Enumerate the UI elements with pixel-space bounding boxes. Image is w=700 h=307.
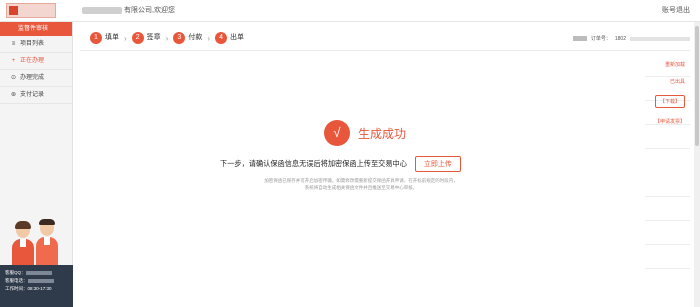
sidebar-item-completed[interactable]: ⊙ 办理完成 [0, 70, 72, 87]
support-hours-label: 工作时间： [5, 286, 28, 291]
divider [645, 244, 690, 245]
chevron-right-icon: › [124, 33, 127, 43]
list-icon: ≡ [11, 40, 16, 47]
order-number: 订单号： 1802 [572, 35, 690, 42]
divider [645, 268, 690, 269]
welcome-text: 有限公司,欢迎您 [124, 7, 175, 14]
chevron-right-icon: › [207, 33, 211, 43]
help-note-line: 加密保函已保存并可开启加密传输，如需修改需重新提交保函开具申请，在开标前规定的时… [264, 178, 458, 183]
next-step-text: 下一步，请确认保函信息无误后将加密保函上传至交易中心 [220, 159, 407, 168]
divider [80, 50, 690, 51]
right-actions: 重新加载 已出具 【下载】 【申请发票】 [654, 61, 685, 125]
vertical-scrollbar[interactable] [694, 22, 700, 307]
help-note: 加密保函已保存并可开启加密传输，如需修改需重新提交保函开具申请，在开标前规定的时… [230, 178, 492, 191]
record-icon: ⊛ [10, 91, 17, 98]
sidebar-item-label: 项目列表 [20, 40, 45, 47]
sidebar-item-payment-records[interactable]: ⊛ 支付记录 [0, 87, 72, 104]
step-sign: 2 签章 [131, 32, 161, 44]
issued-link[interactable]: 已出具 [670, 78, 685, 85]
success-banner: √ 生成成功 [324, 120, 406, 146]
divider [645, 196, 690, 197]
logout-link[interactable]: 账号退出 [662, 5, 690, 15]
download-button[interactable]: 【下载】 [654, 95, 685, 108]
upload-now-button[interactable]: 立即上传 [414, 156, 461, 172]
top-bar: 有限公司,欢迎您 账号退出 [0, 0, 700, 22]
support-qq-redacted [25, 270, 52, 275]
order-value-redacted [630, 36, 690, 41]
help-note-line: 系统将自动生成相关保函文件并且推送至交易中心审核。 [304, 184, 418, 190]
plus-icon: + [11, 57, 16, 64]
company-logo [6, 3, 56, 18]
step-pay: 3 付款 [173, 32, 202, 44]
sidebar-title[interactable]: 监督件审核 [0, 22, 72, 36]
order-value: 1802 [614, 35, 626, 42]
sidebar-item-label: 正在办理 [20, 57, 45, 64]
checkmark-icon: √ [324, 120, 350, 146]
support-phone-redacted [27, 278, 54, 283]
support-qq-label: 客服QQ： [5, 270, 26, 275]
next-step-row: 下一步，请确认保函信息无误后将加密保函上传至交易中心 立即上传 [220, 156, 461, 172]
sidebar-item-project-list[interactable]: ≡ 项目列表 [0, 36, 72, 53]
main-content: 1 填单 › 2 签章 › 3 付款 › 4 出单 订单号： 1802 重新加载 已出具… [80, 28, 690, 307]
reload-link[interactable]: 重新加载 [665, 61, 685, 68]
agent-male-icon [36, 219, 58, 270]
divider [645, 148, 690, 149]
order-label: 订单号： [590, 36, 611, 42]
check-circle-icon: ⊙ [10, 74, 17, 81]
sidebar-item-in-progress[interactable]: + 正在办理 [0, 53, 72, 70]
apply-invoice-link[interactable]: 【申请发票】 [655, 118, 685, 125]
divider [645, 220, 690, 221]
support-info: 客服QQ： 客服电话： 工作时间：08:30-17:30 [0, 265, 73, 307]
success-title: 生成成功 [358, 126, 407, 141]
step-issue: 4 出单 [215, 32, 244, 44]
company-name-redacted [82, 7, 122, 14]
support-hours-value: 08:30-17:30 [27, 286, 52, 291]
progress-steps: 1 填单 › 2 签章 › 3 付款 › 4 出单 [90, 32, 244, 44]
sidebar-item-label: 办理完成 [20, 74, 45, 81]
support-phone-label: 客服电话： [5, 278, 28, 283]
chevron-right-icon: › [165, 33, 169, 43]
sidebar-item-label: 支付记录 [20, 91, 45, 98]
step-fill: 1 填单 [90, 32, 119, 44]
order-prefix-redacted [572, 36, 587, 41]
scrollbar-thumb[interactable] [695, 26, 699, 146]
